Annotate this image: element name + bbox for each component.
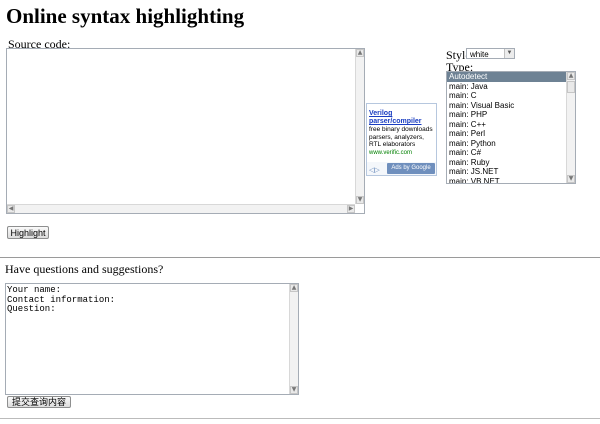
type-option[interactable]: main: Visual Basic <box>447 101 566 111</box>
scroll-up-icon[interactable]: ▲ <box>567 72 575 80</box>
ad-link-title[interactable]: Verilog parser/compiler <box>369 110 437 126</box>
scroll-thumb[interactable] <box>567 81 575 93</box>
ad-box: Verilog parser/compiler free binary downl… <box>366 103 437 176</box>
style-select[interactable]: white ▼ <box>466 48 515 59</box>
scroll-down-icon[interactable]: ▼ <box>356 196 364 204</box>
page-title: Online syntax highlighting <box>6 4 245 28</box>
highlight-button[interactable]: Highlight <box>7 226 49 239</box>
scroll-down-icon[interactable]: ▼ <box>290 386 298 394</box>
scroll-left-icon[interactable]: ◀ <box>7 205 15 213</box>
scroll-right-icon[interactable]: ▶ <box>347 205 355 213</box>
type-option[interactable]: main: Java <box>447 82 566 92</box>
feedback-textarea[interactable]: Your name: Contact information: Question… <box>5 283 299 395</box>
feedback-text: Your name: Contact information: Question… <box>7 285 116 314</box>
source-code-textarea[interactable]: ▲ ▼ ◀ ▶ <box>6 48 365 214</box>
ad-footer: ◁▷ Ads by Google <box>367 162 436 175</box>
ads-by-google-badge[interactable]: Ads by Google <box>387 163 435 174</box>
type-option[interactable]: main: Perl <box>447 129 566 139</box>
type-option[interactable]: main: VB.NET <box>447 177 566 184</box>
style-selected-value: white <box>470 50 489 59</box>
type-option[interactable]: main: C# <box>447 148 566 158</box>
bottom-divider <box>0 418 600 419</box>
scroll-up-icon[interactable]: ▲ <box>356 49 364 57</box>
chevron-down-icon[interactable]: ▼ <box>504 49 514 58</box>
section-divider <box>0 257 600 258</box>
type-option[interactable]: main: C++ <box>447 120 566 130</box>
type-option[interactable]: main: C <box>447 91 566 101</box>
type-option[interactable]: Autodetect <box>447 72 566 82</box>
type-listbox-scrollbar[interactable]: ▲ ▼ <box>566 72 575 183</box>
type-option[interactable]: main: JS.NET <box>447 167 566 177</box>
feedback-label: Have questions and suggestions? <box>5 262 164 276</box>
ad-url[interactable]: www.verific.com <box>369 149 437 157</box>
feedback-vscrollbar[interactable]: ▲ ▼ <box>289 284 298 394</box>
ad-nav-arrows-icon[interactable]: ◁▷ <box>369 166 380 174</box>
submit-button[interactable]: 提交查询内容 <box>7 396 71 408</box>
scroll-up-icon[interactable]: ▲ <box>290 284 298 292</box>
source-code-hscrollbar[interactable]: ◀ ▶ <box>7 204 355 213</box>
type-option[interactable]: main: Python <box>447 139 566 149</box>
type-option[interactable]: main: PHP <box>447 110 566 120</box>
type-option[interactable]: main: Ruby <box>447 158 566 168</box>
ad-description: free binary downloads parsers, analyzers,… <box>369 126 433 148</box>
source-code-vscrollbar[interactable]: ▲ ▼ <box>355 49 364 204</box>
scroll-down-icon[interactable]: ▼ <box>567 175 575 183</box>
type-listbox[interactable]: Autodetect main: Java main: Cmain: Visual … <box>446 71 576 184</box>
